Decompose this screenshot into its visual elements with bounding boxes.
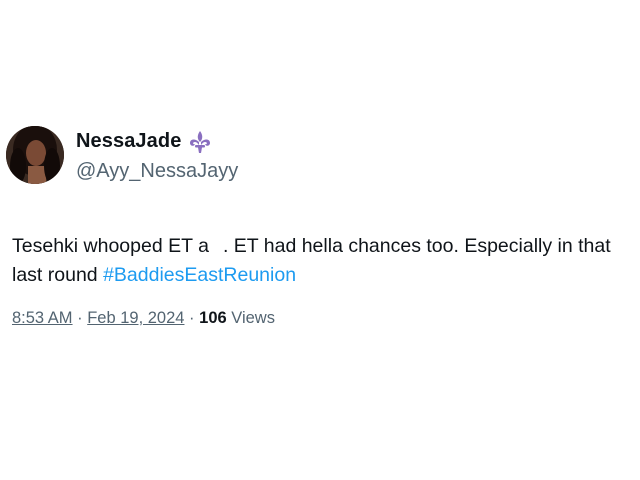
tweet-text-line-1: Tesehki whooped ET a . ET had hella chanc…	[12, 232, 636, 261]
tweet-text-part-b: . ET had hella chances too. Especially i…	[222, 235, 611, 257]
views-count: 106	[199, 309, 227, 327]
tweet-card: NessaJade @Ayy_NessaJayy Tesehki whooped…	[0, 0, 640, 480]
tweet-meta: 8:53 AM · Feb 19, 2024 · 106 Views	[12, 309, 275, 328]
tweet-time[interactable]: 8:53 AM	[12, 309, 73, 327]
tweet-date[interactable]: Feb 19, 2024	[87, 309, 184, 327]
hashtag-link[interactable]: #BaddiesEastReunion	[103, 264, 296, 286]
censored-word	[208, 238, 223, 255]
avatar-image	[6, 126, 64, 184]
display-name[interactable]: NessaJade	[76, 130, 181, 153]
tweet-text-line-2: last round #BaddiesEastReunion	[12, 261, 636, 290]
meta-separator: ·	[72, 309, 88, 327]
meta-separator: ·	[184, 309, 200, 327]
user-handle[interactable]: @Ayy_NessaJayy	[76, 160, 238, 183]
tweet-header: NessaJade @Ayy_NessaJayy	[6, 126, 238, 184]
tweet-text-line-2-text: last round	[12, 264, 104, 286]
user-names: NessaJade @Ayy_NessaJayy	[76, 128, 238, 183]
views-label: Views	[226, 309, 275, 327]
tweet-text: Tesehki whooped ET a . ET had hella chanc…	[12, 232, 636, 290]
name-row: NessaJade	[76, 128, 238, 156]
tweet-text-part-a: Tesehki whooped ET a	[12, 235, 209, 257]
avatar[interactable]	[6, 126, 64, 184]
fleur-de-lis-icon	[187, 129, 213, 155]
